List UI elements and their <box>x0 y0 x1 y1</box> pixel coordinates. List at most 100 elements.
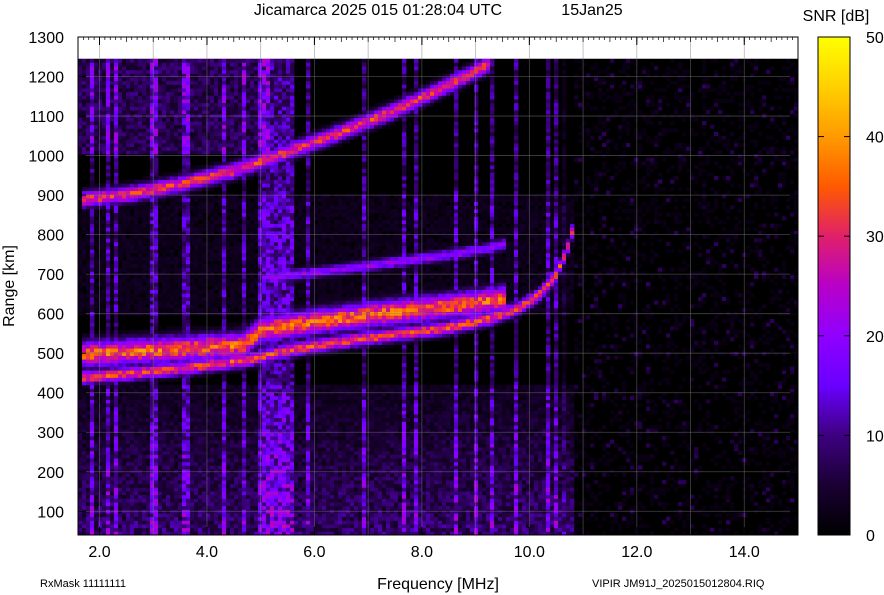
heatmap-cell <box>118 351 123 356</box>
heatmap-cell <box>210 476 215 481</box>
heatmap-cell <box>194 340 199 345</box>
heatmap-cell <box>146 208 151 213</box>
heatmap-cell <box>78 252 83 257</box>
heatmap-cell <box>154 84 159 89</box>
heatmap-cell <box>130 121 135 126</box>
heatmap-cell <box>146 223 151 228</box>
heatmap-cell <box>122 216 127 221</box>
heatmap-cell <box>134 399 139 404</box>
heatmap-cell <box>218 454 223 459</box>
heatmap-cell <box>214 245 219 250</box>
heatmap-cell <box>102 139 107 144</box>
heatmap-cell <box>222 340 227 345</box>
heatmap-cell <box>186 172 191 177</box>
heatmap-cell <box>226 249 231 254</box>
heatmap-cell <box>94 62 99 67</box>
heatmap-cell <box>186 252 191 257</box>
heatmap-cell <box>214 84 219 89</box>
heatmap-cell <box>210 278 215 283</box>
heatmap-cell <box>178 476 183 481</box>
heatmap-cell <box>138 66 143 71</box>
heatmap-cell <box>142 377 147 382</box>
heatmap-cell <box>126 282 131 287</box>
heatmap-cell <box>158 241 163 246</box>
heatmap-cell <box>190 498 195 503</box>
heatmap-cell <box>130 293 135 298</box>
heatmap-cell <box>138 333 143 338</box>
heatmap-cell <box>122 267 127 272</box>
heatmap-cell <box>170 106 175 111</box>
heatmap-cell <box>230 139 235 144</box>
heatmap-cell <box>182 278 187 283</box>
heatmap-cell <box>186 66 191 71</box>
heatmap-cell <box>86 66 91 71</box>
heatmap-cell <box>98 524 103 529</box>
heatmap-cell <box>126 491 131 496</box>
heatmap-cell <box>226 95 231 100</box>
heatmap-cell <box>198 245 203 250</box>
heatmap-cell <box>146 91 151 96</box>
heatmap-cell <box>186 168 191 173</box>
heatmap-cell <box>166 88 171 93</box>
heatmap-cell <box>110 77 115 82</box>
heatmap-cell <box>170 190 175 195</box>
heatmap-cell <box>102 124 107 129</box>
heatmap-cell <box>202 502 207 507</box>
heatmap-cell <box>94 271 99 276</box>
heatmap-cell <box>174 62 179 67</box>
heatmap-cell <box>142 454 147 459</box>
heatmap-cell <box>242 289 247 294</box>
heatmap-cell <box>86 425 91 430</box>
heatmap-cell <box>94 458 99 463</box>
heatmap-cell <box>174 245 179 250</box>
heatmap-cell <box>82 487 87 492</box>
heatmap-cell <box>234 58 239 63</box>
heatmap-cell <box>138 128 143 133</box>
heatmap-cell <box>130 183 135 188</box>
heatmap-cell <box>130 296 135 301</box>
heatmap-cell <box>86 121 91 126</box>
heatmap-cell <box>110 91 115 96</box>
heatmap-cell <box>102 150 107 155</box>
heatmap-cell <box>150 289 155 294</box>
heatmap-cell <box>174 491 179 496</box>
heatmap-cell <box>142 245 147 250</box>
heatmap-cell <box>126 487 131 492</box>
heatmap-cell <box>122 263 127 268</box>
heatmap-cell <box>138 443 143 448</box>
heatmap-cell <box>154 88 159 93</box>
heatmap-cell <box>198 307 203 312</box>
heatmap-cell <box>242 241 247 246</box>
heatmap-cell <box>214 351 219 356</box>
heatmap-cell <box>210 414 215 419</box>
heatmap-cell <box>190 150 195 155</box>
heatmap-cell <box>174 480 179 485</box>
heatmap-cell <box>118 183 123 188</box>
heatmap-cell <box>138 190 143 195</box>
heatmap-cell <box>218 249 223 254</box>
heatmap-cell <box>90 502 95 507</box>
heatmap-cell <box>186 480 191 485</box>
heatmap-cell <box>186 329 191 334</box>
heatmap-cell <box>138 421 143 426</box>
heatmap-cell <box>210 161 215 166</box>
heatmap-cell <box>118 121 123 126</box>
heatmap-cell <box>186 223 191 228</box>
heatmap-cell <box>218 256 223 261</box>
heatmap-cell <box>230 524 235 529</box>
heatmap-cell <box>182 271 187 276</box>
heatmap-cell <box>154 267 159 272</box>
heatmap-cell <box>110 245 115 250</box>
heatmap-cell <box>170 241 175 246</box>
heatmap-cell <box>102 271 107 276</box>
heatmap-cell <box>106 150 111 155</box>
heatmap-cell <box>166 421 171 426</box>
heatmap-cell <box>162 366 167 371</box>
heatmap-cell <box>182 80 187 85</box>
heatmap-cell <box>230 69 235 74</box>
heatmap-cell <box>162 238 167 243</box>
heatmap-cell <box>90 483 95 488</box>
heatmap-cell <box>150 234 155 239</box>
heatmap-cell <box>126 183 131 188</box>
heatmap-cell <box>166 117 171 122</box>
